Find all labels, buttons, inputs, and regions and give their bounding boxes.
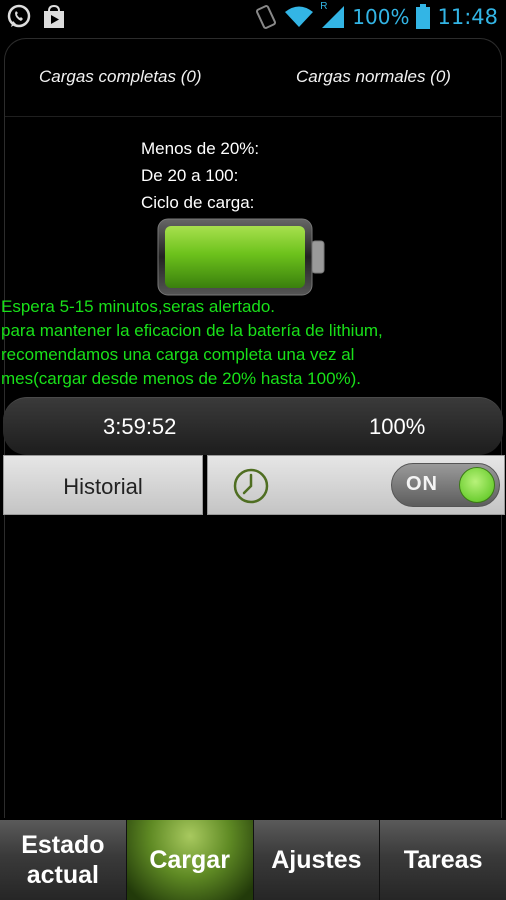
battery-fill <box>165 226 305 288</box>
vibrate-icon <box>256 5 277 29</box>
history-button-label: Historial <box>63 474 143 499</box>
normal-charges-counter: Cargas normales (0) <box>296 67 451 86</box>
play-store-icon <box>44 4 64 28</box>
notification-icons <box>6 4 66 30</box>
status-bar: R 100% 11:48 <box>0 0 506 36</box>
info-under-20: Menos de 20%: <box>141 139 260 158</box>
tab-tareas[interactable]: Tareas <box>380 820 506 900</box>
history-button[interactable]: Historial <box>3 455 203 515</box>
system-indicators: R 100% 11:48 <box>254 1 498 31</box>
tab-estado-actual-line2: actual <box>26 861 99 889</box>
charge-readout: 3:59:52 100% <box>3 397 503 455</box>
charge-info: Menos de 20%: De 20 a 100: Ciclo de carg… <box>141 135 259 216</box>
bottom-tab-bar: Estado actual Cargar Ajustes Tareas <box>0 820 506 900</box>
alarm-on-off-switch[interactable]: ON <box>391 463 500 507</box>
tab-cargar[interactable]: Cargar <box>126 820 254 900</box>
main-panel: Cargas completas (0) Cargas normales (0)… <box>1 38 505 818</box>
signal-icon: R <box>320 1 346 30</box>
charge-percent: 100% <box>369 414 426 439</box>
charge-elapsed-time: 3:59:52 <box>103 414 177 439</box>
charge-advice-message: Espera 5-15 minutos,seras alertado. para… <box>1 295 501 391</box>
tab-estado-actual-label: Estado actual <box>21 830 104 890</box>
tab-estado-actual-line1: Estado <box>21 831 105 859</box>
advice-line-2: para mantener la eficacion de la batería… <box>1 321 383 340</box>
roaming-indicator: R <box>320 1 328 12</box>
wifi-icon <box>285 6 314 27</box>
battery-percent-text: 100% <box>352 5 410 29</box>
battery-icon <box>416 4 431 29</box>
tab-estado-actual[interactable]: Estado actual <box>0 820 127 900</box>
info-20-to-100: De 20 a 100: <box>141 166 239 185</box>
switch-knob <box>459 467 495 503</box>
tab-ajustes-label: Ajustes <box>271 846 362 874</box>
charge-counters: Cargas completas (0) Cargas normales (0) <box>5 39 501 117</box>
whatsapp-icon <box>7 4 31 28</box>
switch-state-label: ON <box>406 473 438 495</box>
advice-line-1: Espera 5-15 minutos,seras alertado. <box>1 297 276 316</box>
advice-line-4: mes(cargar desde menos de 20% hasta 100%… <box>1 369 362 388</box>
tab-ajustes[interactable]: Ajustes <box>253 820 381 900</box>
clock-icon <box>233 468 269 504</box>
clock-time: 11:48 <box>437 5 498 29</box>
info-charge-cycle: Ciclo de carga: <box>141 193 255 212</box>
tab-tareas-label: Tareas <box>403 846 483 874</box>
advice-line-3: recomendamos una carga completa una vez … <box>1 345 355 364</box>
full-charges-counter: Cargas completas (0) <box>39 67 202 86</box>
alarm-toggle-bar: ON <box>207 455 505 515</box>
battery-level-icon <box>157 218 325 296</box>
tab-cargar-label: Cargar <box>149 846 230 874</box>
